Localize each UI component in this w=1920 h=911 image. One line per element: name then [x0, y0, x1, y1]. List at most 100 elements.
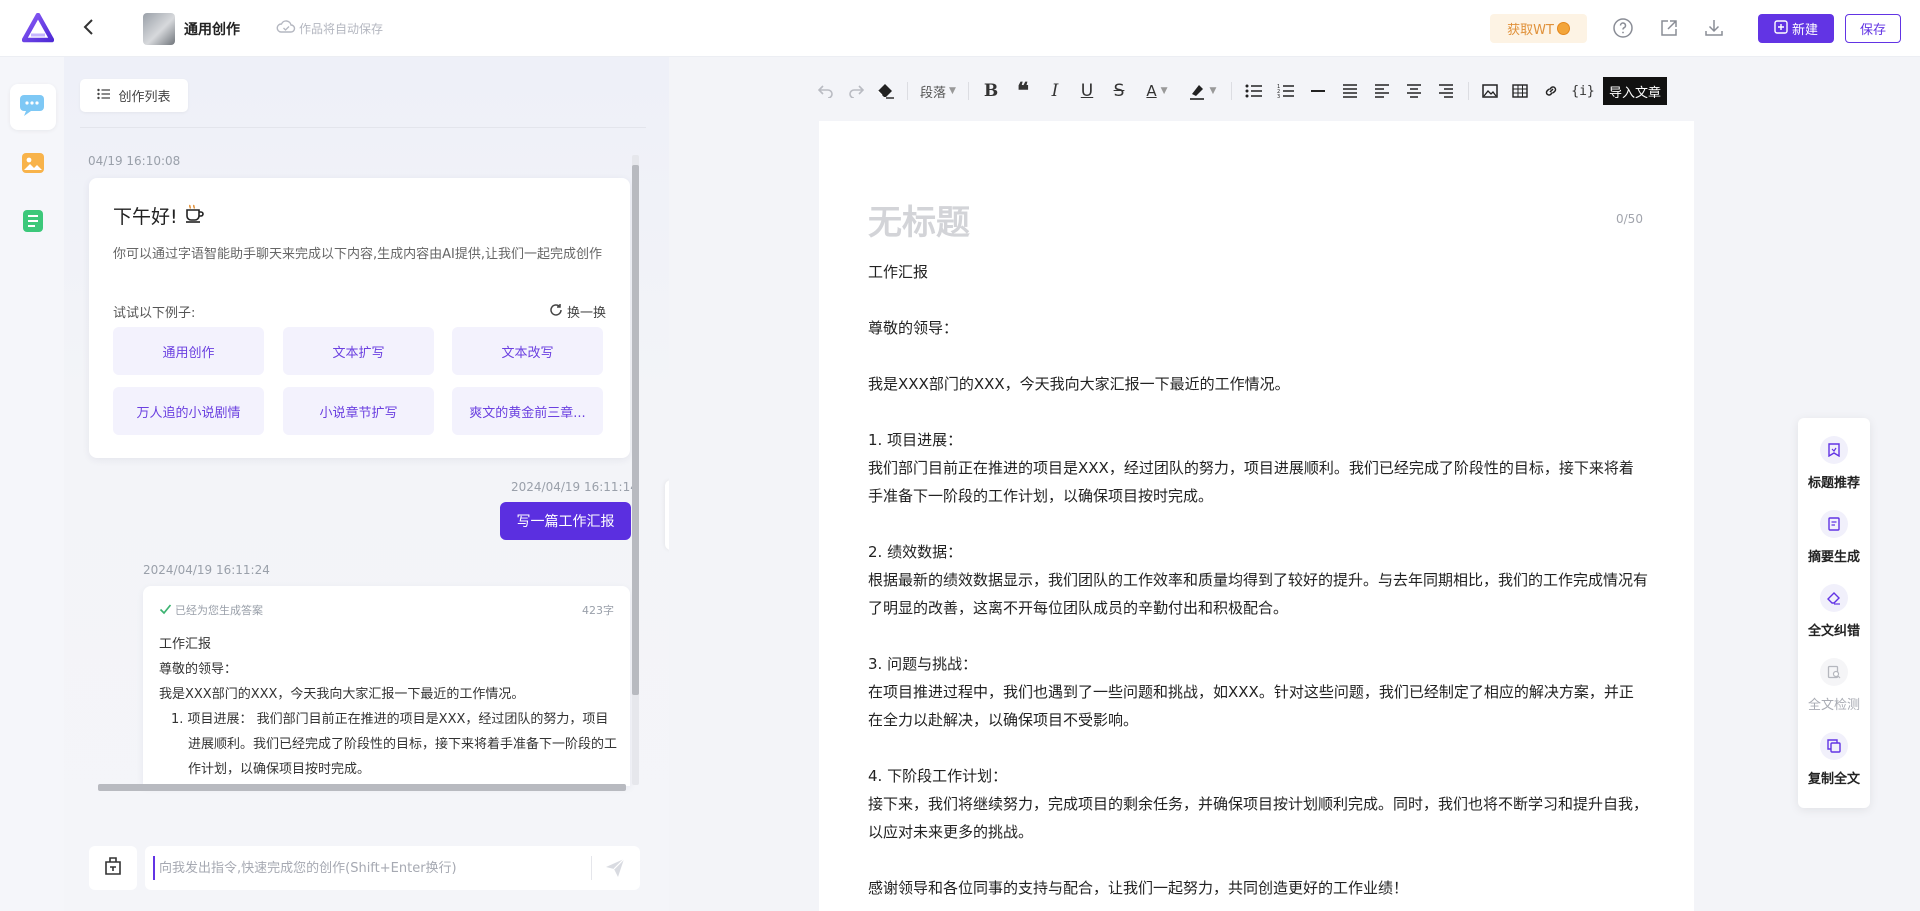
document-name: 通用创作: [184, 22, 240, 38]
example-chip[interactable]: 文本改写: [452, 327, 603, 375]
chat-horizontal-scrollbar[interactable]: [98, 784, 626, 791]
body-paragraph: 我们部门目前正在推进的项目是XXX，经过团队的努力，项目进展顺利。我们已经完成了…: [868, 459, 1634, 505]
summary-icon: [1820, 510, 1848, 538]
swap-examples-button[interactable]: 换一换: [549, 302, 606, 321]
template-icon: [102, 855, 124, 881]
ai-tools-panel: 标题推荐 摘要生成 全文纠错 全文检测 复制全文: [1798, 418, 1870, 808]
quote-icon[interactable]: ❝: [1007, 76, 1039, 106]
body-paragraph: 1. 项目进展：: [868, 431, 963, 449]
refresh-icon: [549, 303, 563, 321]
answer-list-item-text: 1. 项目进展： 我们部门目前正在推进的项目是XXX，经过团队的努力，项目进展顺…: [171, 712, 618, 777]
body-paragraph: 3. 问题与挑战：: [868, 655, 978, 673]
back-arrow-icon[interactable]: [78, 16, 100, 40]
svg-text:3: 3: [1277, 94, 1280, 99]
detect-button[interactable]: 全文检测: [1798, 658, 1870, 713]
horizontal-rule-icon[interactable]: [1302, 76, 1334, 106]
share-icon[interactable]: [1658, 17, 1680, 39]
save-button[interactable]: 保存: [1845, 14, 1901, 43]
example-chip[interactable]: 万人追的小说剧情: [113, 387, 264, 435]
cloud-icon: [276, 19, 296, 38]
bold-icon[interactable]: B: [975, 76, 1007, 106]
greeting: 下午好!: [113, 202, 206, 229]
body-blank-line: [868, 342, 1648, 370]
answer-list-item: 1. 项目进展： 我们部门目前正在推进的项目是XXX，经过团队的努力，项目进展顺…: [159, 707, 619, 782]
example-chip[interactable]: 文本扩写: [283, 327, 434, 375]
rail-image[interactable]: [10, 142, 56, 188]
link-icon[interactable]: [1535, 76, 1567, 106]
coffee-icon: [184, 203, 206, 228]
plus-square-icon: [1774, 19, 1788, 38]
answer-line: 我是XXX部门的XXX，今天我向大家汇报一下最近的工作情况。: [159, 687, 525, 702]
paragraph-select[interactable]: 段落 ▼: [914, 76, 962, 106]
body-blank-line: [868, 622, 1648, 650]
body-paragraph: 2. 绩效数据：: [868, 543, 963, 561]
align-center-icon[interactable]: [1398, 76, 1430, 106]
body-paragraph: 在项目推进过程中，我们也遇到了一些问题和挑战，如XXX。针对这些问题，我们已经制…: [868, 683, 1634, 729]
document-body[interactable]: 工作汇报 尊敬的领导： 我是XXX部门的XXX，今天我向大家汇报一下最近的工作情…: [868, 258, 1648, 902]
align-left-icon[interactable]: [1366, 76, 1398, 106]
chat-scroll-thumb[interactable]: [632, 165, 639, 695]
send-icon[interactable]: [604, 857, 626, 879]
answer-line: 工作汇报: [159, 637, 212, 652]
new-button[interactable]: 新建: [1758, 14, 1834, 43]
body-paragraph: 4. 下阶段工作计划：: [868, 767, 1008, 785]
underline-icon[interactable]: U: [1071, 76, 1103, 106]
rail-chat[interactable]: [10, 84, 56, 130]
check-icon: [159, 603, 172, 618]
justify-icon[interactable]: [1334, 76, 1366, 106]
prompt-template-button[interactable]: [89, 846, 137, 890]
italic-icon[interactable]: I: [1039, 76, 1071, 106]
highlight-icon[interactable]: ▼: [1179, 76, 1225, 106]
align-right-icon[interactable]: [1430, 76, 1462, 106]
answer-timestamp: 2024/04/19 16:11:24: [143, 563, 270, 577]
toolbar-divider: [1231, 82, 1232, 100]
document-title[interactable]: 无标题: [868, 195, 970, 244]
detect-icon: [1820, 658, 1848, 686]
example-chip[interactable]: 小说章节扩写: [283, 387, 434, 435]
summary-button[interactable]: 摘要生成: [1798, 510, 1870, 565]
intro-text: 你可以通过字语智能助手聊天来完成以下内容,生成内容由AI提供,让我们一起完成创作: [113, 247, 602, 262]
redo-icon[interactable]: [841, 76, 871, 106]
chat-bubble-icon: [18, 92, 48, 122]
eraser-format-icon[interactable]: [871, 76, 901, 106]
detect-label: 全文检测: [1807, 698, 1860, 713]
help-icon[interactable]: [1612, 17, 1634, 39]
strikethrough-icon[interactable]: S: [1103, 76, 1135, 106]
chat-vertical-scrollbar[interactable]: [632, 155, 639, 785]
numbered-list-icon[interactable]: 123: [1270, 76, 1302, 106]
title-recommend-button[interactable]: 标题推荐: [1798, 436, 1870, 491]
code-block-icon[interactable]: {i}: [1567, 76, 1599, 106]
insert-table-icon[interactable]: [1505, 76, 1535, 106]
title-recommend-label: 标题推荐: [1807, 476, 1860, 491]
example-chip[interactable]: 通用创作: [113, 327, 264, 375]
import-article-button[interactable]: 导入文章: [1603, 77, 1668, 105]
user-message-timestamp: 2024/04/19 16:11:14: [511, 480, 638, 494]
rail-document[interactable]: [10, 200, 56, 246]
creation-list-button[interactable]: 创作列表: [80, 79, 188, 112]
insert-image-icon[interactable]: [1475, 76, 1505, 106]
example-chip[interactable]: 爽文的黄金前三章...: [452, 387, 603, 435]
proofread-label: 全文纠错: [1807, 624, 1860, 639]
command-input[interactable]: [153, 856, 583, 880]
list-icon: [97, 88, 111, 104]
app-logo-icon[interactable]: [21, 12, 55, 43]
body-paragraph: 接下来，我们将继续努力，完成项目的剩余任务，并确保项目按计划顺利完成。同时，我们…: [868, 795, 1649, 841]
body-blank-line: [868, 734, 1648, 762]
eraser-icon: [1820, 584, 1848, 612]
font-color-icon[interactable]: A ▼: [1135, 76, 1179, 106]
command-input-box: [145, 846, 640, 890]
download-icon[interactable]: [1703, 17, 1725, 39]
new-label: 新建: [1791, 23, 1818, 38]
proofread-button[interactable]: 全文纠错: [1798, 584, 1870, 639]
undo-icon[interactable]: [811, 76, 841, 106]
body-paragraph: 工作汇报: [868, 263, 929, 281]
copy-all-button[interactable]: 复制全文: [1798, 732, 1870, 787]
swap-label: 换一换: [566, 306, 606, 321]
answer-word-count: 423字: [582, 604, 614, 617]
document-list-icon: [20, 208, 46, 238]
bullet-list-icon[interactable]: [1238, 76, 1270, 106]
answer-status-text: 已经为您生成答案: [175, 604, 263, 617]
title-char-count: 0/50: [1616, 212, 1643, 226]
left-rail: [0, 57, 64, 911]
get-wt-button[interactable]: 获取WT: [1490, 14, 1587, 43]
